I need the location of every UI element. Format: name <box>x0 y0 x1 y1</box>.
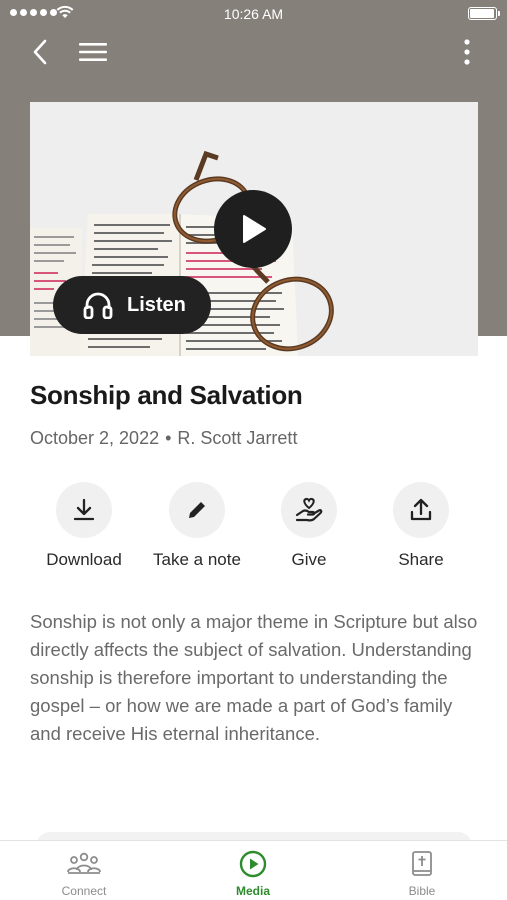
share-button[interactable]: Share <box>365 482 477 570</box>
tab-connect[interactable]: Connect <box>24 849 144 898</box>
sermon-speaker[interactable]: R. Scott Jarrett <box>177 428 297 448</box>
more-options-button[interactable] <box>451 36 483 68</box>
tab-bar: Connect Media Bible <box>0 840 507 900</box>
pencil-icon <box>189 502 205 518</box>
hamburger-menu-icon <box>79 43 107 61</box>
battery-icon <box>468 7 500 20</box>
download-icon <box>73 498 95 521</box>
tab-bible-label: Bible <box>408 884 436 898</box>
play-button[interactable] <box>214 190 292 268</box>
bible-icon <box>412 851 432 876</box>
sermon-title: Sonship and Salvation <box>30 380 303 410</box>
share-icon <box>410 498 432 521</box>
menu-button[interactable] <box>74 36 112 68</box>
status-time: 10:26 AM <box>223 6 284 22</box>
back-button[interactable] <box>24 36 56 68</box>
take-note-button[interactable]: Take a note <box>141 482 253 570</box>
give-label: Give <box>291 550 327 569</box>
share-label: Share <box>398 550 444 569</box>
give-heart-hand-icon <box>295 497 323 522</box>
take-note-label: Take a note <box>153 550 241 569</box>
chevron-left-icon <box>33 39 47 65</box>
tab-connect-label: Connect <box>61 884 107 898</box>
status-bar: 10:26 AM <box>0 0 507 28</box>
play-circle-icon <box>239 850 267 878</box>
give-button[interactable]: Give <box>253 482 365 570</box>
headphones-icon <box>83 290 113 320</box>
more-vertical-icon <box>464 39 470 65</box>
people-icon <box>67 852 101 874</box>
tab-bible[interactable]: Bible <box>362 849 482 898</box>
action-row: Download Take a note Give Share <box>28 482 478 572</box>
sermon-description: Sonship is not only a major theme in Scr… <box>30 611 478 744</box>
sermon-date: October 2, 2022 <box>30 428 160 448</box>
tab-media-label: Media <box>235 884 270 898</box>
listen-button[interactable]: Listen <box>53 276 211 334</box>
meta-separator: • <box>165 428 172 448</box>
download-button[interactable]: Download <box>28 482 140 570</box>
download-label: Download <box>46 550 122 569</box>
sermon-meta: October 2, 2022 • R. Scott Jarrett <box>30 428 297 449</box>
play-icon <box>243 215 266 243</box>
listen-label: Listen <box>127 293 186 316</box>
tab-media[interactable]: Media <box>193 849 313 898</box>
